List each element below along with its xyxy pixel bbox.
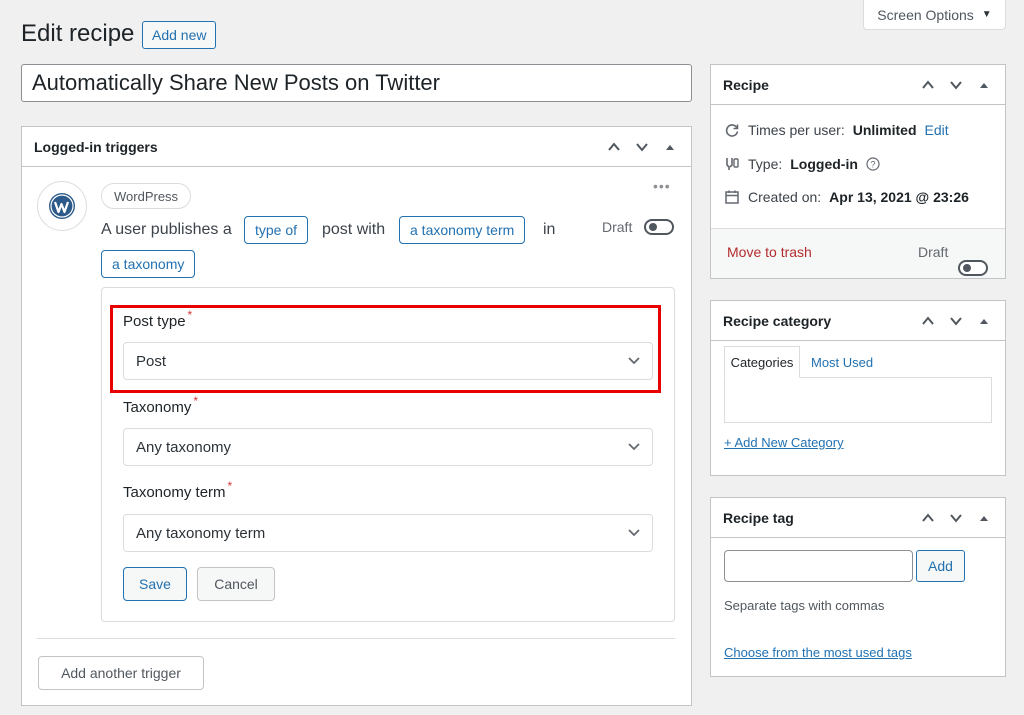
page-title: Edit recipe [21, 20, 135, 47]
field-label-text: Taxonomy term [123, 484, 226, 501]
add-new-button[interactable]: Add new [142, 21, 217, 49]
category-header: Recipe category [711, 301, 1005, 341]
move-up-icon[interactable] [919, 312, 937, 330]
move-down-icon[interactable] [947, 312, 965, 330]
highlight-box [110, 305, 661, 393]
required-marker: * [193, 394, 199, 408]
move-up-icon[interactable] [919, 509, 937, 527]
wordpress-logo-icon [37, 181, 87, 231]
collapse-toggle-icon[interactable] [975, 312, 993, 330]
move-down-icon[interactable] [947, 76, 965, 94]
divider [37, 638, 675, 639]
caret-down-icon: ▼ [981, 9, 992, 20]
sentence-text: post with [322, 221, 386, 238]
move-up-icon[interactable] [919, 76, 937, 94]
recipe-box-heading: Recipe [723, 76, 769, 93]
field-label-taxonomy-term: Taxonomy term * [123, 479, 232, 501]
trigger-status-toggle[interactable] [644, 219, 674, 235]
times-label: Times per user: [748, 122, 845, 138]
created-value: Apr 13, 2021 @ 23:26 [829, 189, 969, 205]
add-tag-button[interactable]: Add [916, 550, 965, 582]
move-down-icon[interactable] [947, 509, 965, 527]
help-icon[interactable]: ? [866, 157, 880, 171]
times-per-user-row: Times per user: Unlimited Edit [724, 122, 949, 138]
tab-categories[interactable]: Categories [724, 346, 800, 378]
categories-panel [724, 377, 992, 423]
svg-text:?: ? [870, 160, 875, 170]
user-type-icon [726, 158, 739, 170]
collapse-toggle-icon[interactable] [975, 509, 993, 527]
recipe-status-label: Draft [918, 244, 949, 260]
taxonomy-term-select[interactable]: Any taxonomy term [123, 514, 653, 552]
integration-badge: WordPress [101, 183, 192, 209]
taxonomy-term-value: Any taxonomy term [136, 524, 266, 542]
field-label-text: Taxonomy [123, 399, 192, 416]
more-options-icon[interactable]: ••• [653, 178, 671, 194]
move-to-trash-link[interactable]: Move to trash [727, 244, 812, 260]
move-down-icon[interactable] [633, 138, 651, 156]
tag-hint: Separate tags with commas [724, 598, 885, 613]
type-label: Type: [748, 156, 783, 172]
tag-input[interactable] [724, 550, 913, 582]
edit-times-link[interactable]: Edit [925, 122, 949, 138]
add-another-trigger-button[interactable]: Add another trigger [38, 656, 204, 690]
choose-most-used-tags-link[interactable]: Choose from the most used tags [724, 645, 912, 660]
chevron-down-icon [628, 529, 640, 537]
triggers-header: Logged-in triggers [22, 127, 691, 167]
chevron-down-icon [628, 443, 640, 451]
triggers-heading: Logged-in triggers [34, 138, 158, 155]
category-heading: Recipe category [723, 312, 832, 329]
token-taxonomy-term[interactable]: a taxonomy term [399, 216, 526, 244]
type-value: Logged-in [790, 156, 858, 172]
type-row: Type: Logged-in ? [724, 156, 880, 172]
taxonomy-select[interactable]: Any taxonomy [123, 428, 653, 466]
screen-options-button[interactable]: Screen Options ▼ [863, 0, 1006, 30]
recipe-status-toggle[interactable] [958, 260, 988, 276]
field-label-taxonomy: Taxonomy * [123, 394, 198, 416]
collapse-toggle-icon[interactable] [975, 76, 993, 94]
cancel-button[interactable]: Cancel [197, 567, 275, 601]
screen-options-label: Screen Options [877, 6, 974, 23]
calendar-icon [725, 190, 739, 204]
sentence-text: in [543, 221, 556, 238]
created-row: Created on: Apr 13, 2021 @ 23:26 [724, 189, 969, 205]
created-label: Created on: [748, 189, 822, 205]
recipe-title-input[interactable]: Automatically Share New Posts on Twitter [21, 64, 692, 102]
add-new-category-link[interactable]: + Add New Category [724, 435, 844, 450]
tag-heading: Recipe tag [723, 509, 794, 526]
token-type-of[interactable]: type of [244, 216, 309, 244]
recipe-box-header: Recipe [711, 65, 1005, 105]
times-value: Unlimited [852, 122, 917, 138]
tag-header: Recipe tag [711, 498, 1005, 538]
refresh-icon [725, 124, 739, 137]
trigger-status-label: Draft [602, 219, 633, 235]
required-marker: * [227, 479, 233, 493]
save-button[interactable]: Save [123, 567, 187, 601]
sentence-text: A user publishes a [101, 221, 232, 238]
move-up-icon[interactable] [605, 138, 623, 156]
tab-most-used[interactable]: Most Used [811, 355, 873, 370]
collapse-toggle-icon[interactable] [661, 138, 679, 156]
token-taxonomy[interactable]: a taxonomy [101, 250, 196, 278]
taxonomy-value: Any taxonomy [136, 438, 232, 456]
